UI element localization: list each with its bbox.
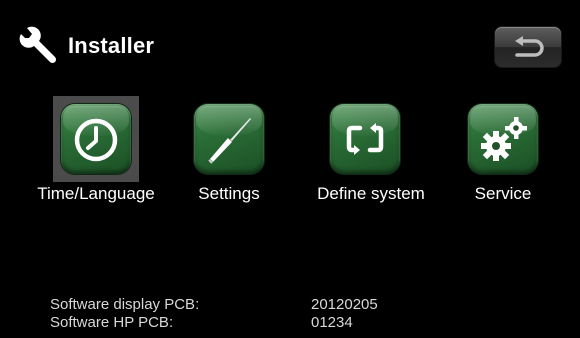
page-title: Installer — [68, 33, 155, 58]
tile-service — [468, 104, 538, 174]
info-label-display-pcb: Software display PCB: — [50, 296, 200, 313]
menu-label-settings: Settings — [198, 184, 260, 203]
info-value-hp-pcb: 01234 — [311, 314, 353, 331]
menu-item-service[interactable] — [460, 96, 546, 182]
installer-screen: Installer Time/Language Settings Define … — [0, 0, 580, 338]
info-label-hp-pcb: Software HP PCB: — [50, 314, 174, 331]
wrench-icon — [17, 25, 61, 69]
menu-item-settings[interactable] — [186, 96, 272, 182]
tile-define-system — [330, 104, 400, 174]
tile-settings — [194, 104, 264, 174]
tile-time-language — [61, 104, 131, 174]
menu-item-define-system[interactable] — [322, 96, 408, 182]
menu-label-service: Service — [474, 184, 532, 203]
info-value-display-pcb: 20120205 — [311, 296, 378, 313]
back-button[interactable] — [495, 27, 561, 67]
menu-label-time-language: Time/Language — [37, 184, 155, 203]
menu-label-define-system: Define system — [317, 184, 425, 203]
menu-item-time-language[interactable] — [53, 96, 139, 182]
